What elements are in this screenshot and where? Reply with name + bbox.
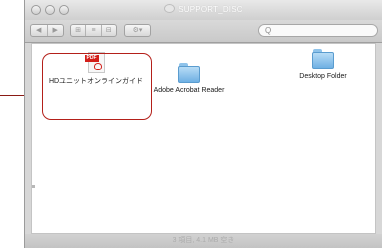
- title-bar[interactable]: SUPPORT_DISC: [25, 0, 382, 21]
- folder-item-label: Adobe Acrobat Reader: [153, 87, 225, 94]
- search-icon: Q: [265, 26, 272, 35]
- icon-view-button[interactable]: ⊞: [71, 25, 85, 36]
- view-mode-control: ⊞ ≡ ⊟: [70, 24, 117, 37]
- back-forward-control: ◀ ▶: [30, 24, 64, 37]
- column-view-button[interactable]: ⊟: [100, 25, 116, 36]
- folder-icon: [312, 49, 334, 69]
- gear-icon: ⚙▾: [132, 27, 143, 34]
- folder-item-acrobat-reader[interactable]: Adobe Acrobat Reader: [149, 63, 229, 95]
- resize-handle[interactable]: [32, 185, 35, 188]
- window-title-text: SUPPORT_DISC: [178, 5, 243, 14]
- finder-window: SUPPORT_DISC ◀ ▶ ⊞ ≡ ⊟ ⚙▾ Q PDF HDユニットオン…: [24, 0, 382, 248]
- folder-item-desktop-folder[interactable]: Desktop Folder: [285, 49, 361, 81]
- action-menu-button[interactable]: ⚙▾: [124, 24, 151, 37]
- back-button[interactable]: ◀: [31, 25, 47, 36]
- folder-icon: [178, 63, 200, 83]
- search-field[interactable]: Q: [258, 24, 378, 37]
- window-title: SUPPORT_DISC: [25, 4, 382, 14]
- toolbar: ◀ ▶ ⊞ ≡ ⊟ ⚙▾ Q: [25, 20, 382, 43]
- forward-button[interactable]: ▶: [46, 25, 64, 36]
- list-view-button[interactable]: ≡: [85, 25, 100, 36]
- callout-highlight-box: [42, 53, 152, 120]
- status-bar: 3 項目, 4.1 MB 空き: [25, 234, 382, 248]
- folder-item-label: Desktop Folder: [299, 73, 347, 80]
- disc-icon: [164, 4, 176, 13]
